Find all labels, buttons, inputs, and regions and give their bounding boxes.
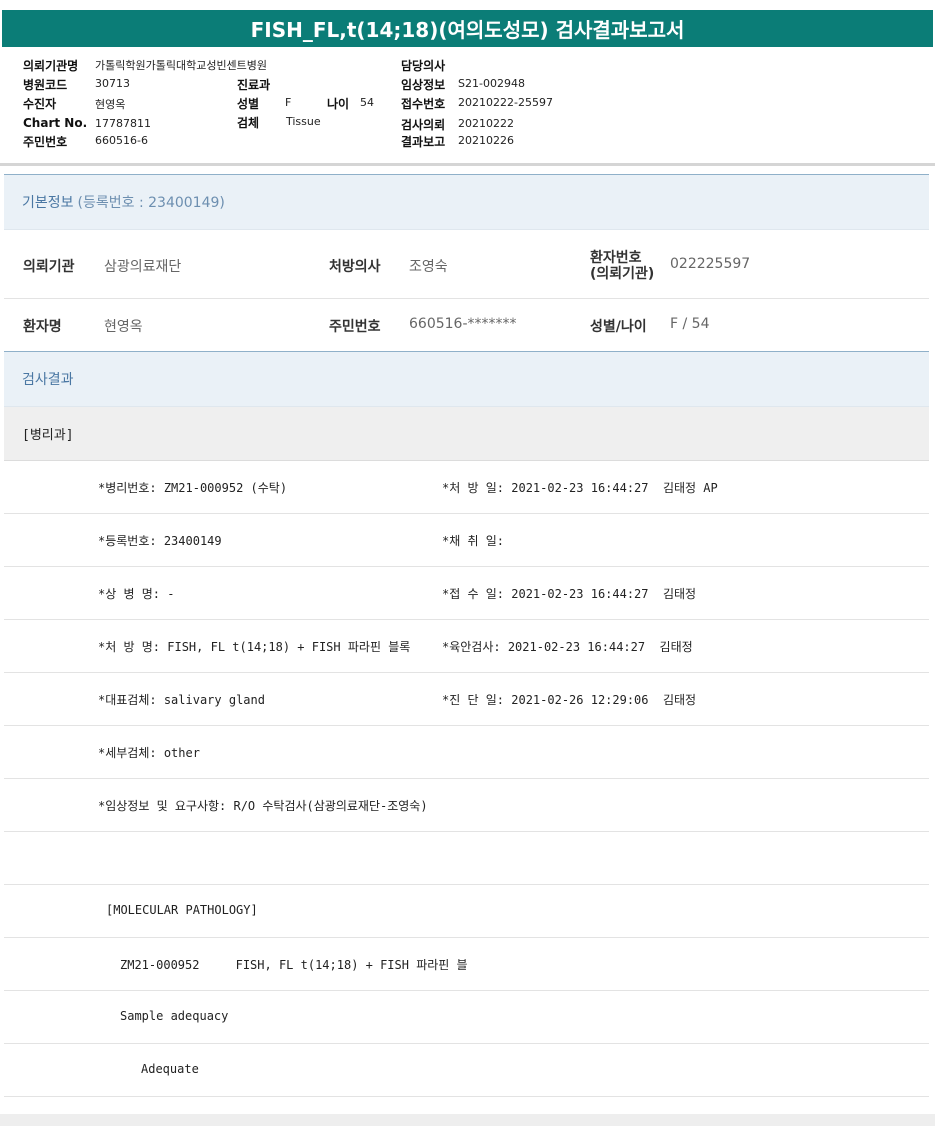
basic-info-title: 기본정보 (22, 195, 74, 211)
molecular-heading: [MOLECULAR PATHOLOGY] (106, 903, 258, 917)
divider (0, 163, 935, 166)
summary-label: 수진자 (23, 97, 57, 111)
basic-info-subtitle: (등록번호 : 23400149) (77, 195, 225, 211)
result-row: *상 병 명: - *접 수 일: 2021-02-23 16:44:27 김태… (4, 567, 929, 620)
summary-label: 진료과 (237, 78, 271, 92)
summary-label: 담당의사 (401, 59, 446, 73)
doctor-value: 조영숙 (409, 259, 448, 275)
summary-label: 임상정보 (401, 78, 446, 92)
summary-value: 가톨릭학원가톨릭대학교성빈센트병원 (95, 59, 268, 72)
result-right: *처 방 일: 2021-02-23 16:44:27 김태정 AP (442, 481, 718, 495)
summary-value: Tissue (286, 115, 321, 128)
result-right: *육안검사: 2021-02-23 16:44:27 김태정 (442, 640, 693, 654)
result-row: *병리번호: ZM21-000952 (수탁) *처 방 일: 2021-02-… (4, 461, 929, 514)
result-row: ZM21-000952 FISH, FL t(14;18) + FISH 파라핀… (4, 938, 929, 991)
summary-label: 병원코드 (23, 78, 68, 92)
basic-info-header: 기본정보 (등록번호 : 23400149) (4, 174, 929, 230)
result-left: *등록번호: 23400149 (98, 534, 222, 548)
result-left: *병리번호: ZM21-000952 (수탁) (98, 481, 288, 495)
title-bar: FISH_FL,t(14;18)(여의도성모) 검사결과보고서 (0, 0, 935, 57)
molecular-line: Adequate (141, 1062, 199, 1076)
result-left: *세부검체: other (98, 746, 200, 760)
result-row: *등록번호: 23400149 *채 취 일: (4, 514, 929, 567)
results-header: 검사결과 (4, 352, 929, 407)
doctor-label: 처방의사 (329, 259, 381, 275)
summary-label: 의뢰기관명 (23, 59, 79, 73)
result-left: *대표검체: salivary gland (98, 693, 265, 707)
patient-no-label-sub: (의뢰기관) (590, 266, 655, 282)
summary-value: 660516-6 (95, 134, 148, 147)
result-row: *대표검체: salivary gland *진 단 일: 2021-02-26… (4, 673, 929, 726)
summary-label: 결과보고 (401, 135, 446, 149)
rrn-label: 주민번호 (329, 319, 381, 335)
result-right: *접 수 일: 2021-02-23 16:44:27 김태정 (442, 587, 697, 601)
summary-value: 현영옥 (95, 98, 126, 111)
info-row: 의뢰기관 삼광의료재단 처방의사 조영숙 환자번호 (의뢰기관) 0222255… (4, 230, 929, 299)
summary-label: 주민번호 (23, 135, 68, 149)
molecular-line: ZM21-000952 FISH, FL t(14;18) + FISH 파라핀… (120, 958, 468, 972)
report-title: FISH_FL,t(14;18)(여의도성모) 검사결과보고서 (2, 10, 933, 47)
info-row: 환자명 현영옥 주민번호 660516-******* 성별/나이 F / 54 (4, 299, 929, 352)
footer-strip (0, 1114, 935, 1126)
rrn-value: 660516-******* (409, 316, 517, 332)
dept-band: [병리과] (4, 407, 929, 461)
summary-value: F (285, 96, 292, 109)
summary-label: 성별 (237, 97, 260, 111)
institution-label: 의뢰기관 (23, 259, 75, 275)
summary-value: 54 (360, 96, 374, 109)
result-row-empty (4, 832, 929, 885)
result-row: Adequate (4, 1044, 929, 1097)
results-title: 검사결과 (22, 372, 74, 388)
result-row: *세부검체: other (4, 726, 929, 779)
result-left: *처 방 명: FISH, FL t(14;18) + FISH 파라핀 블록 (98, 640, 411, 654)
result-left: *상 병 명: - (98, 587, 175, 601)
summary-value: 20210226 (458, 134, 514, 147)
dept-label: [병리과] (22, 428, 74, 443)
summary-label: 검사의뢰 (401, 118, 446, 132)
summary-label: 나이 (327, 97, 350, 111)
sex-age-value: F / 54 (670, 316, 710, 332)
summary-label: 검체 (237, 116, 260, 130)
summary-label: Chart No. (23, 116, 88, 130)
patient-name-label: 환자명 (23, 319, 62, 335)
summary-value: 20210222-25597 (458, 96, 553, 109)
summary-value: 30713 (95, 77, 130, 90)
institution-value: 삼광의료재단 (104, 259, 182, 275)
summary-block: 의뢰기관명 가톨릭학원가톨릭대학교성빈센트병원 병원코드 30713 수진자 현… (0, 50, 935, 165)
summary-value: 20210222 (458, 117, 514, 130)
result-left: *임상정보 및 요구사항: R/O 수탁검사(삼광의료재단-조영숙) (98, 799, 428, 813)
patient-name-value: 현영옥 (104, 319, 143, 335)
result-row: [MOLECULAR PATHOLOGY] (4, 885, 929, 938)
result-right: *채 취 일: (442, 534, 505, 548)
summary-label: 접수번호 (401, 97, 446, 111)
summary-value: 17787811 (95, 117, 151, 130)
result-row: Sample adequacy (4, 991, 929, 1044)
summary-value: S21-002948 (458, 77, 525, 90)
result-row: *임상정보 및 요구사항: R/O 수탁검사(삼광의료재단-조영숙) (4, 779, 929, 832)
sex-age-label: 성별/나이 (590, 319, 647, 335)
result-row: *처 방 명: FISH, FL t(14;18) + FISH 파라핀 블록 … (4, 620, 929, 673)
patient-no-value: 022225597 (670, 256, 751, 272)
result-right: *진 단 일: 2021-02-26 12:29:06 김태정 (442, 693, 697, 707)
molecular-line: Sample adequacy (120, 1009, 229, 1023)
